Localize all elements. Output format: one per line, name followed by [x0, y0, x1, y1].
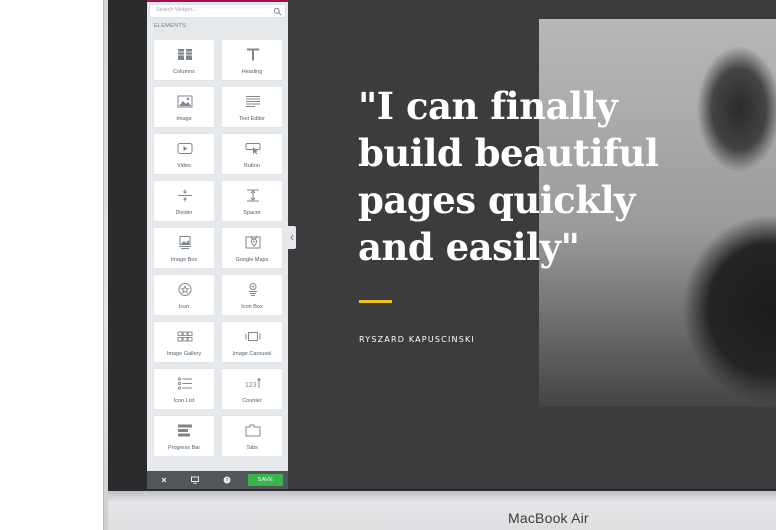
search-placeholder: Search Widget... — [156, 7, 197, 13]
widget-progress-bar[interactable]: Progress Bar — [153, 415, 215, 457]
chevron-left-icon — [290, 234, 294, 241]
widget-label: Counter — [242, 398, 262, 404]
widget-tabs[interactable]: Tabs — [221, 415, 283, 457]
widget-spacer[interactable]: Spacer — [221, 180, 283, 222]
widget-label: Google Maps — [235, 257, 269, 263]
widget-image-box[interactable]: Image Box — [153, 227, 215, 269]
quote-accent-line — [359, 300, 392, 303]
button-icon — [245, 143, 261, 155]
panel-footer: ? SAVE — [147, 471, 288, 489]
widget-label: Spacer — [243, 210, 261, 216]
spacer-icon — [247, 189, 259, 202]
panel-collapse-toggle[interactable] — [288, 226, 296, 249]
widget-image[interactable]: Image — [153, 86, 215, 128]
widget-label: Image Gallery — [166, 351, 202, 357]
widget-google-maps[interactable]: Google Maps — [221, 227, 283, 269]
elements-section-title: ELEMENTS — [154, 23, 187, 29]
widget-counter[interactable]: 123 Counter — [221, 368, 283, 410]
columns-icon — [178, 49, 192, 60]
widget-heading[interactable]: Heading — [221, 39, 283, 81]
svg-text:?: ? — [226, 478, 229, 484]
widget-label: Text Editor — [239, 116, 265, 122]
progress-bar-icon — [178, 424, 192, 437]
widget-search-input[interactable]: Search Widget... — [149, 4, 286, 18]
laptop-chin — [108, 491, 776, 530]
widget-text-editor[interactable]: Text Editor — [221, 86, 283, 128]
widget-label: Image Carousel — [232, 351, 272, 357]
widget-label: Columns — [173, 69, 195, 75]
image-carousel-icon — [245, 332, 261, 341]
star-icon — [178, 283, 192, 296]
hero-quote: "I can finally build beautiful pages qui… — [358, 84, 659, 269]
close-icon[interactable] — [159, 475, 169, 485]
search-icon — [273, 7, 282, 16]
icon-list-icon — [177, 377, 192, 390]
widget-button[interactable]: Button — [221, 133, 283, 175]
save-button[interactable]: SAVE — [248, 474, 283, 486]
widget-label: Progress Bar — [167, 445, 201, 451]
image-box-icon — [179, 236, 191, 249]
widget-label: Tabs — [246, 445, 258, 451]
widget-label: Icon Box — [241, 304, 263, 310]
responsive-desktop-icon[interactable] — [190, 475, 200, 485]
svg-text:123: 123 — [245, 382, 257, 389]
counter-icon: 123 — [245, 377, 261, 389]
widget-label: Video — [177, 163, 191, 169]
widget-label: Icon — [178, 304, 190, 310]
heading-icon — [247, 48, 259, 61]
panel-accent-bar — [147, 0, 288, 2]
widget-icon-list[interactable]: Icon List — [153, 368, 215, 410]
device-brand-label: MacBook Air — [508, 510, 589, 526]
divider-icon — [178, 189, 192, 202]
screen: Search Widget... ELEMENTS Columns Headin… — [147, 0, 776, 489]
widget-label: Image Box — [170, 257, 198, 263]
widget-divider[interactable]: Divider — [153, 180, 215, 222]
widget-label: Icon List — [173, 398, 195, 404]
widget-icon-box[interactable]: Icon Box — [221, 274, 283, 316]
text-editor-icon — [246, 96, 260, 107]
image-gallery-icon — [177, 331, 193, 342]
image-icon — [177, 95, 193, 108]
video-icon — [177, 143, 193, 154]
widget-icon[interactable]: Icon — [153, 274, 215, 316]
widget-image-gallery[interactable]: Image Gallery — [153, 321, 215, 363]
widget-label: Divider — [175, 210, 193, 216]
help-icon[interactable]: ? — [222, 475, 232, 485]
widget-video[interactable]: Video — [153, 133, 215, 175]
widget-label: Image — [176, 116, 192, 122]
widget-label: Heading — [241, 69, 263, 75]
quote-author: RYSZARD KAPUSCINSKI — [359, 335, 475, 344]
tabs-icon — [245, 424, 261, 437]
editor-panel: Search Widget... ELEMENTS Columns Headin… — [147, 0, 288, 489]
widget-label: Button — [244, 163, 260, 169]
google-maps-icon — [245, 236, 261, 249]
widget-columns[interactable]: Columns — [153, 39, 215, 81]
widget-image-carousel[interactable]: Image Carousel — [221, 321, 283, 363]
icon-box-icon — [249, 283, 257, 296]
